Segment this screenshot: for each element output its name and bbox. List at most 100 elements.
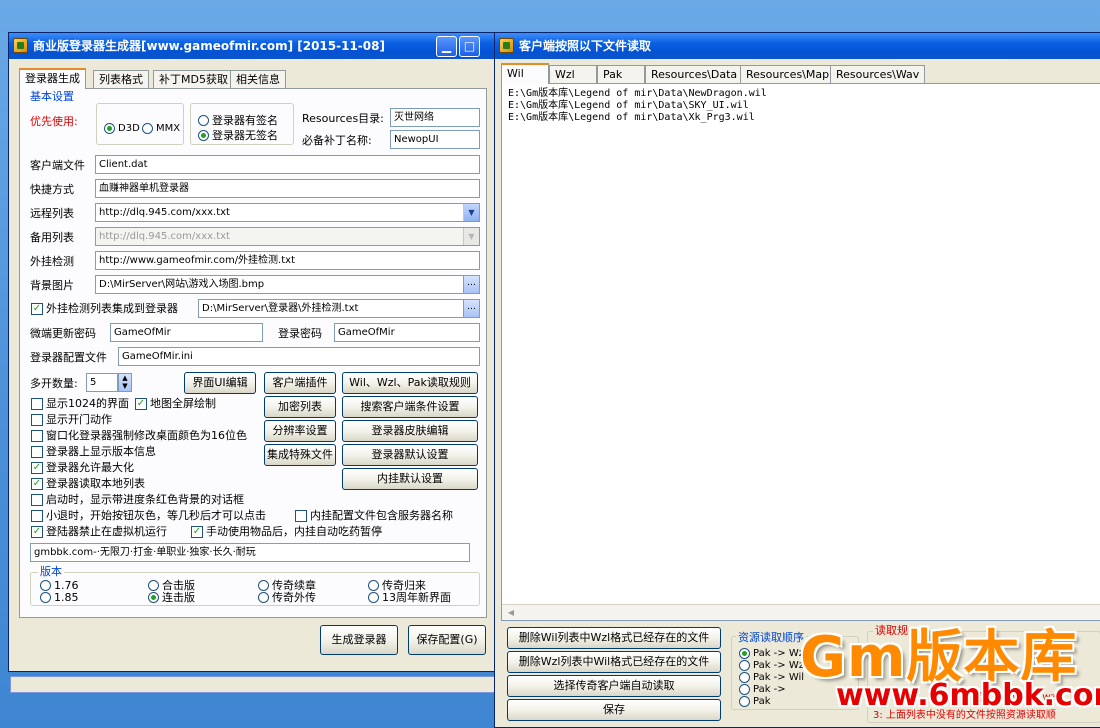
client-plugin-button[interactable]: 客户端插件: [264, 372, 336, 394]
version-guilai-radio[interactable]: [368, 580, 379, 591]
scroll-left-icon[interactable]: ◀: [504, 606, 518, 619]
sign-without-label: 登录器无签名: [212, 129, 278, 142]
search-client-button[interactable]: 搜索客户端条件设置: [342, 396, 478, 418]
d3d-radio[interactable]: [104, 123, 115, 134]
minimize-button[interactable]: ▁: [436, 36, 457, 57]
bg-image-input[interactable]: D:\MirServer\网站\游戏入场图.bmp …: [95, 275, 480, 294]
version-185-radio[interactable]: [40, 592, 51, 603]
multi-open-input[interactable]: 5: [86, 373, 118, 392]
browse-button[interactable]: …: [463, 276, 479, 293]
opt-local-list-checkbox[interactable]: ✓: [31, 478, 43, 490]
version-13th-radio[interactable]: [368, 592, 379, 603]
special-file-button[interactable]: 集成特殊文件: [264, 444, 336, 466]
shortcut-label: 快捷方式: [30, 183, 74, 196]
opt-fullscreen-map-checkbox[interactable]: ✓: [135, 398, 147, 410]
wil-rule-button[interactable]: Wil、Wzl、Pak读取规则: [342, 372, 478, 394]
version-185-label: 1.85: [54, 591, 79, 604]
basic-settings-label: 基本设置: [30, 90, 74, 103]
opt-window-color-checkbox[interactable]: [31, 430, 43, 442]
version-lianji-label: 连击版: [162, 591, 195, 604]
client-file-input[interactable]: Client.dat: [95, 155, 480, 174]
version-xuzhang-radio[interactable]: [258, 580, 269, 591]
opt-door-anim-checkbox[interactable]: [31, 414, 43, 426]
ui-edit-button[interactable]: 界面UI编辑: [184, 372, 256, 394]
opt-startup-dialog-checkbox[interactable]: [31, 494, 43, 506]
file-list[interactable]: E:\Gm版本库\Legend of mir\Data\NewDragon.wi…: [501, 83, 1100, 621]
auto-read-button[interactable]: 选择传奇客户端自动读取: [507, 675, 721, 697]
tab-resources-map[interactable]: Resources\Map: [740, 65, 836, 84]
sign-with-radio[interactable]: [198, 115, 209, 126]
opt-plugin-server-name-checkbox[interactable]: [295, 510, 307, 522]
tab-wil[interactable]: Wil: [501, 63, 549, 84]
opt-version-info-label: 登录器上显示版本信息: [46, 445, 156, 458]
opt-door-anim-label: 显示开门动作: [46, 413, 112, 426]
version-heji-radio[interactable]: [148, 580, 159, 591]
version-176-radio[interactable]: [40, 580, 51, 591]
chevron-down-icon[interactable]: ▼: [463, 204, 479, 221]
opt-small-exit-checkbox[interactable]: [31, 510, 43, 522]
resources-dir-input[interactable]: 灭世网络: [390, 108, 480, 127]
delete-wzl-dup-button[interactable]: 删除Wzl列表中Wil格式已经存在的文件: [507, 651, 721, 673]
side-save-button[interactable]: 保存: [507, 699, 721, 721]
plugin-default-button[interactable]: 内挂默认设置: [342, 468, 478, 490]
order-radio-2[interactable]: [739, 660, 750, 671]
mmx-radio[interactable]: [142, 123, 153, 134]
generate-button[interactable]: 生成登录器: [320, 625, 398, 655]
micro-update-pwd-label: 微端更新密码: [30, 327, 96, 340]
skin-edit-button[interactable]: 登录器皮肤编辑: [342, 420, 478, 442]
opt-plugin-server-name-label: 内挂配置文件包含服务器名称: [310, 509, 453, 522]
remote-list-combo[interactable]: http://dlq.945.com/xxx.txt ▼: [95, 203, 480, 222]
tab-list-format[interactable]: 列表格式: [93, 70, 149, 89]
config-file-input[interactable]: GameOfMir.ini: [118, 347, 480, 366]
plugin-check-input[interactable]: http://www.gameofmir.com/外挂检测.txt: [95, 251, 480, 270]
order-option-5: Pak: [753, 696, 771, 707]
tab-resources-data[interactable]: Resources\Data: [645, 65, 744, 84]
d3d-label: D3D: [118, 123, 140, 134]
tab-info[interactable]: 相关信息: [230, 70, 286, 89]
opt-fullscreen-map-label: 地图全屏绘制: [150, 397, 216, 410]
version-waizhuan-radio[interactable]: [258, 592, 269, 603]
opt-no-vm-checkbox[interactable]: ✓: [31, 526, 43, 538]
delete-wil-dup-button[interactable]: 删除Wil列表中Wzl格式已经存在的文件: [507, 627, 721, 649]
remote-list-label: 远程列表: [30, 207, 74, 220]
order-radio-5[interactable]: [739, 696, 750, 707]
side-title-bar[interactable]: 客户端按照以下文件读取: [495, 33, 1100, 59]
integrate-checkbox[interactable]: ✓: [31, 303, 43, 315]
micro-update-pwd-input[interactable]: GameOfMir: [110, 323, 263, 342]
integrate-path-input[interactable]: D:\MirServer\登录器\外挂检测.txt …: [198, 299, 480, 318]
order-radio-4[interactable]: [739, 684, 750, 695]
patch-name-input[interactable]: NewopUI: [390, 130, 480, 149]
opt-maximize-checkbox[interactable]: ✓: [31, 462, 43, 474]
maximize-button[interactable]: □: [459, 36, 480, 57]
opt-version-info-checkbox[interactable]: [31, 446, 43, 458]
shortcut-input[interactable]: 血赚神器单机登录器: [95, 179, 480, 198]
resolution-button[interactable]: 分辨率设置: [264, 420, 336, 442]
version-lianji-radio[interactable]: [148, 592, 159, 603]
order-radio-1[interactable]: [739, 648, 750, 659]
version-13th-label: 13周年新界面: [382, 591, 451, 604]
main-window-title: 商业版登录器生成器[www.gameofmir.com] [2015-11-08…: [33, 39, 385, 53]
opt-1024-checkbox[interactable]: [31, 398, 43, 410]
generator-panel: 基本设置 优先使用: D3D MMX 登录器有签名 登录器无签名 Resourc…: [19, 88, 487, 618]
main-title-bar[interactable]: 商业版登录器生成器[www.gameofmir.com] [2015-11-08…: [9, 33, 494, 59]
tab-generator[interactable]: 登录器生成: [19, 68, 86, 89]
sign-without-radio[interactable]: [198, 130, 209, 141]
tab-md5[interactable]: 补丁MD5获取: [153, 70, 234, 89]
tab-wzl[interactable]: Wzl: [549, 65, 597, 84]
list-item[interactable]: E:\Gm版本库\Legend of mir\Data\Xk_Prg3.wil: [508, 112, 755, 124]
tab-resources-wav[interactable]: Resources\Wav: [830, 65, 926, 84]
config-file-label: 登录器配置文件: [30, 351, 107, 364]
browse-button[interactable]: …: [463, 300, 479, 317]
opt-auto-potion-checkbox[interactable]: ✓: [191, 526, 203, 538]
default-setting-button[interactable]: 登录器默认设置: [342, 444, 478, 466]
login-pwd-input[interactable]: GameOfMir: [334, 323, 480, 342]
slogan-input[interactable]: gmbbk.com-·无限刀·打金·单职业·独家·长久·耐玩: [30, 543, 470, 562]
tab-pak[interactable]: Pak: [597, 65, 645, 84]
multi-open-stepper[interactable]: ▲ ▼: [118, 373, 132, 392]
app-icon: [13, 38, 28, 53]
order-radio-3[interactable]: [739, 672, 750, 683]
save-config-button[interactable]: 保存配置(G): [408, 625, 486, 655]
list-item[interactable]: E:\Gm版本库\Legend of mir\Data\NewDragon.wi…: [508, 88, 767, 100]
list-item[interactable]: E:\Gm版本库\Legend of mir\Data\SKY_UI.wil: [508, 100, 749, 112]
encrypt-list-button[interactable]: 加密列表: [264, 396, 336, 418]
